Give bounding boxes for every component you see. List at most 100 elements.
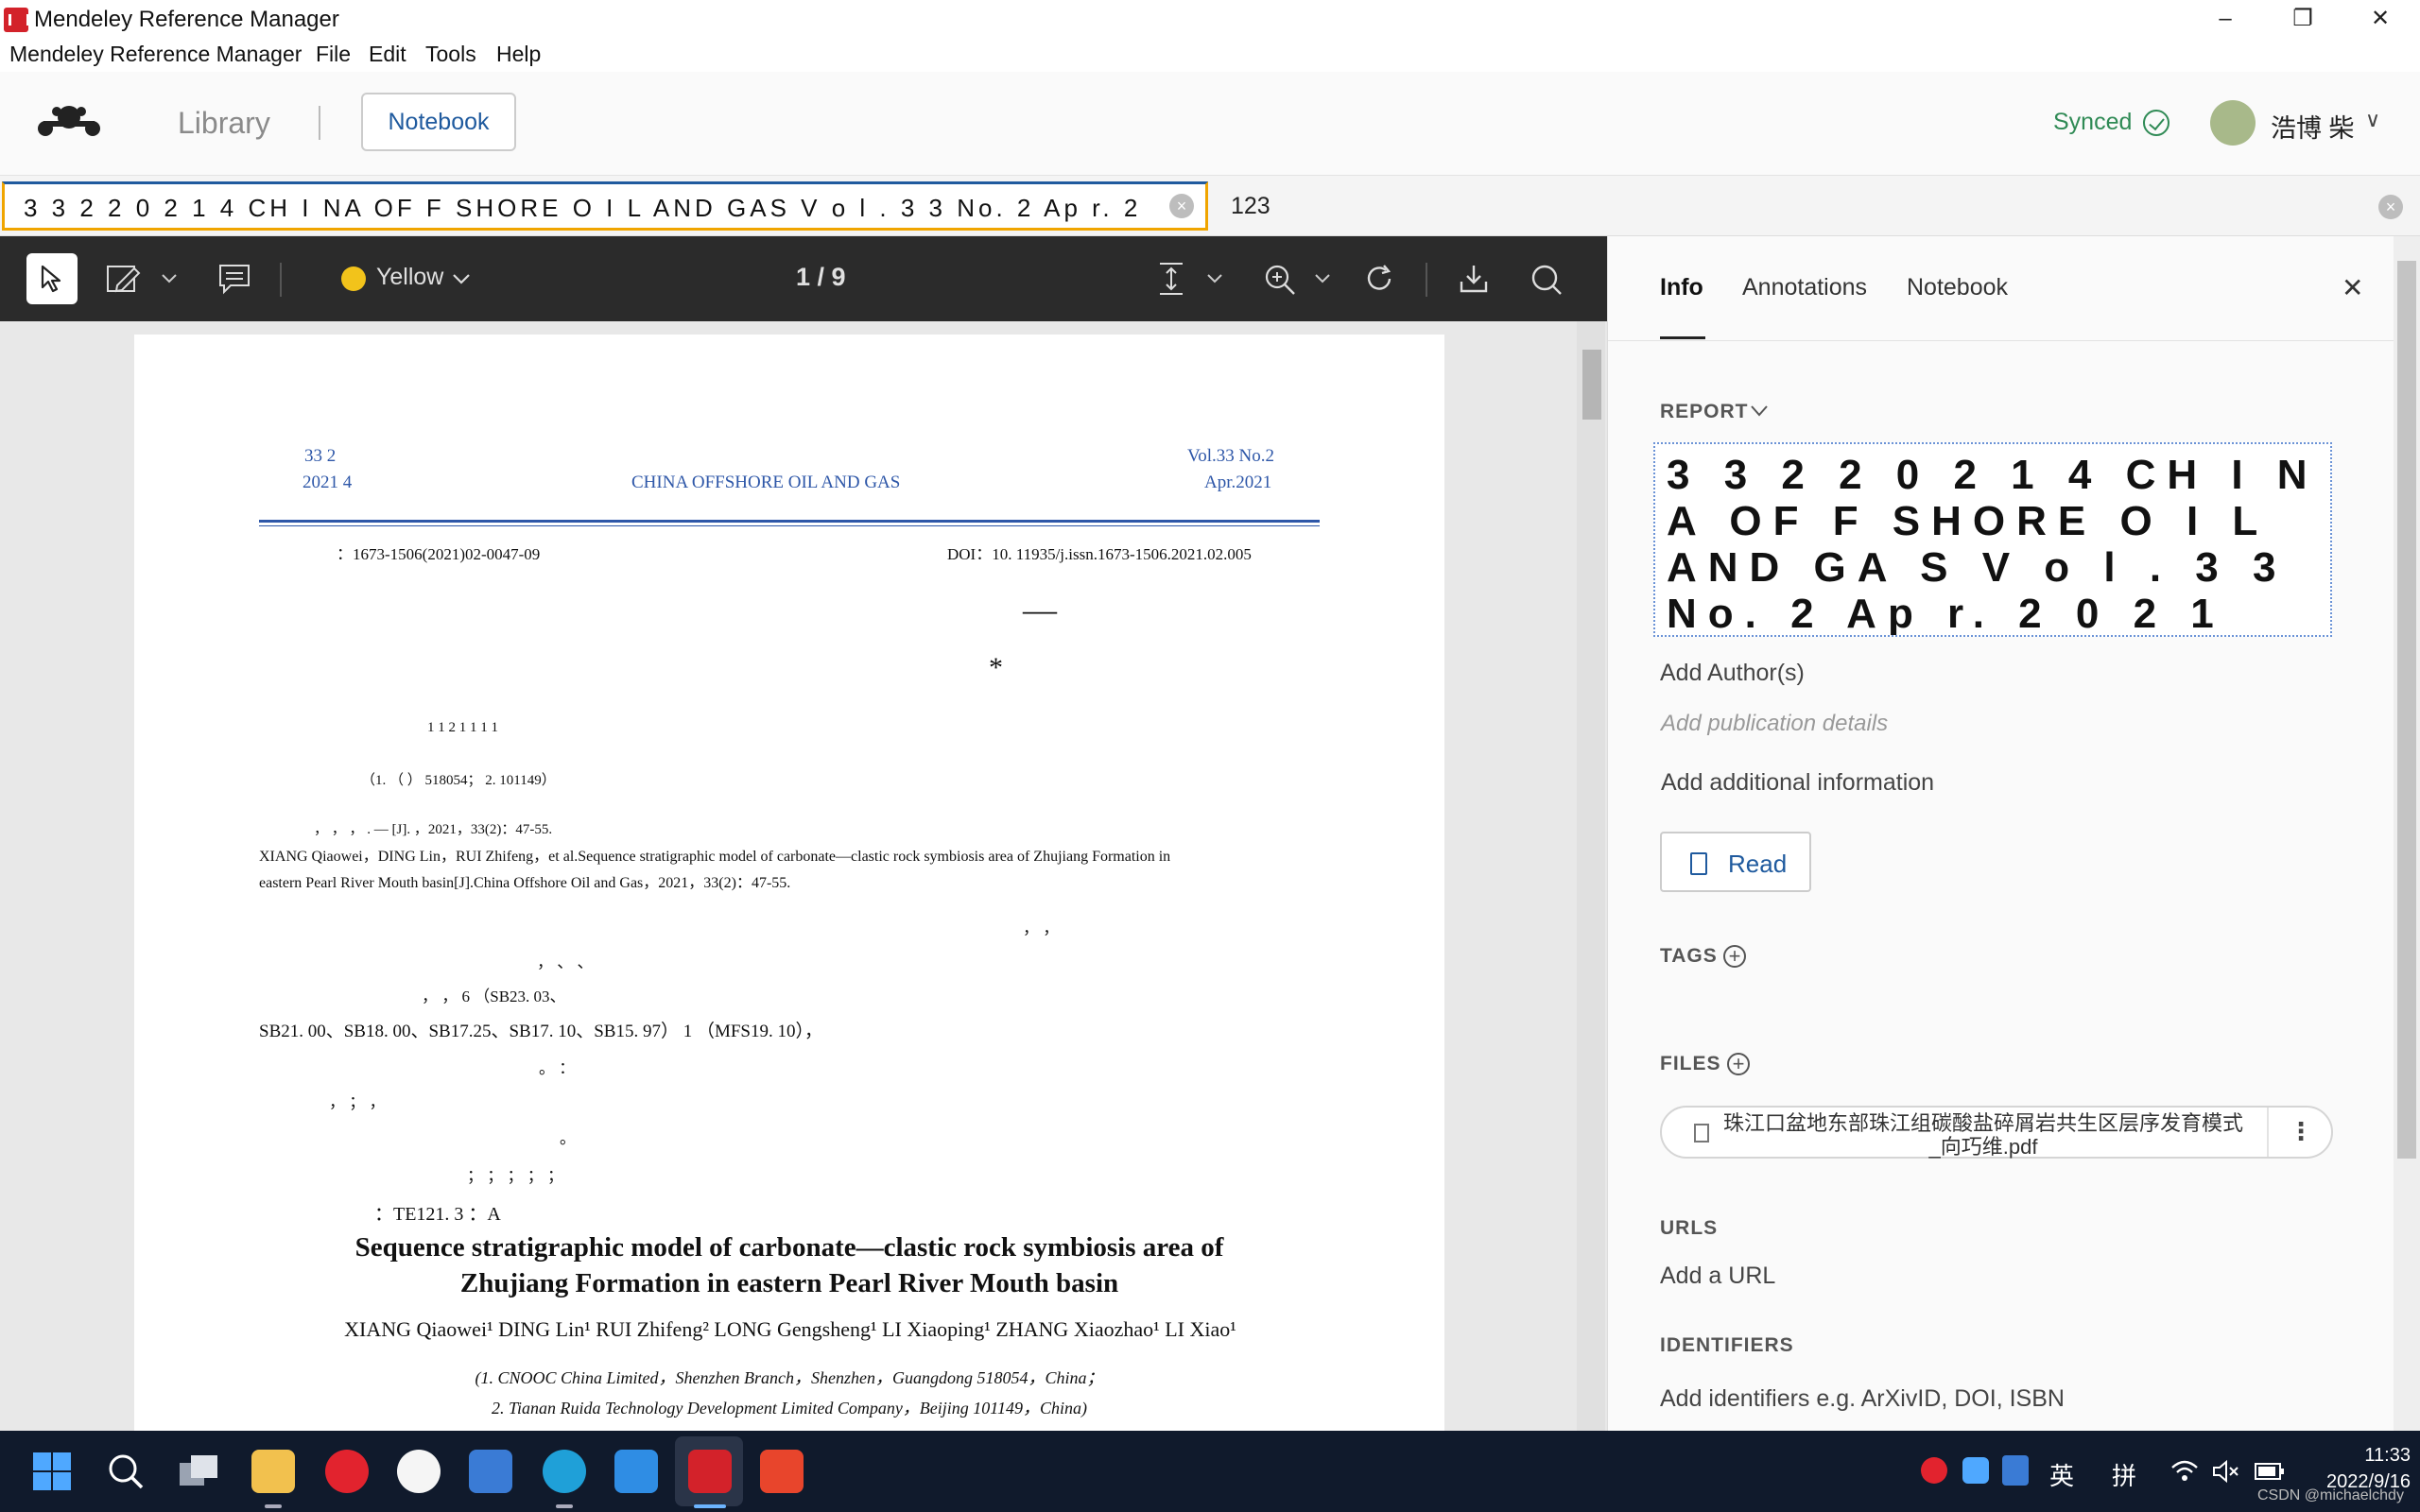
document-title-field[interactable]: 3 3 2 2 0 2 1 4 CH I NA OF F SHORE O I L… (1653, 442, 2332, 637)
pdf-abstract-line-2: ， 、 、 (537, 954, 594, 971)
pdf-header-right-1: Vol.33 No.2 (1187, 446, 1275, 466)
feishu-icon[interactable] (614, 1450, 658, 1493)
pdf-affiliation-en-1: (1. CNOOC China Limited，Shenzhen Branch，… (475, 1368, 1104, 1387)
pdf-header-left-1: 33 2 (304, 446, 337, 466)
mendeley-taskbar-icon[interactable] (688, 1450, 732, 1493)
user-menu-chevron-icon[interactable]: ∨ (2365, 108, 2380, 132)
pdf-authors-en: XIANG Qiaowei¹ DING Lin¹ RUI Zhifeng² LO… (344, 1317, 1236, 1341)
tab-document-active[interactable]: 3 3 2 2 0 2 1 4 CH I NA OF F SHORE O I L… (2, 181, 1208, 231)
read-button[interactable]: Read (1660, 832, 1811, 892)
close-window-button[interactable]: ✕ (2342, 0, 2418, 38)
itunes-icon[interactable] (397, 1450, 441, 1493)
title-bar: Mendeley Reference Manager – ❐ ✕ (0, 0, 2420, 38)
pdf-title-en-line-2: Zhujiang Formation in eastern Pearl Rive… (459, 1268, 1119, 1298)
tray-input-method[interactable]: 拼 (2112, 1457, 2136, 1492)
tray-input-language[interactable]: 英 (2049, 1457, 2074, 1492)
windows-start-icon[interactable] (32, 1452, 72, 1491)
nav-notebook-button[interactable]: Notebook (361, 93, 516, 151)
zoom-in-icon[interactable] (1263, 263, 1297, 297)
highlight-color-label[interactable]: Yellow (376, 264, 443, 291)
page-indicator: 1 / 9 (796, 263, 846, 291)
wifi-icon[interactable] (2170, 1459, 2199, 1484)
file-document-icon (1694, 1124, 1709, 1143)
pdf-page[interactable]: 33 2 2021 4 CHINA OFFSHORE OIL AND GAS V… (134, 335, 1444, 1440)
restore-button[interactable]: ❐ (2265, 0, 2341, 38)
tab-close-icon[interactable]: × (1169, 194, 1194, 218)
info-panel-scrollbar-thumb[interactable] (2397, 261, 2416, 1159)
active-tab-indicator (1660, 336, 1705, 339)
microsoft-store-icon[interactable] (469, 1450, 512, 1493)
file-more-options-icon[interactable]: ⋮ (2267, 1108, 2333, 1157)
pdf-viewer[interactable]: 33 2 2021 4 CHINA OFFSHORE OIL AND GAS V… (0, 321, 1607, 1440)
tab-second-close-icon[interactable]: × (2378, 195, 2403, 219)
pdf-scrollbar-thumb[interactable] (1582, 350, 1601, 420)
taskbar-search-icon[interactable] (106, 1452, 146, 1491)
highlight-color-swatch[interactable] (341, 266, 366, 291)
edge-browser-icon[interactable] (543, 1450, 586, 1493)
panel-close-icon[interactable]: ✕ (2342, 272, 2363, 303)
menu-app[interactable]: Mendeley Reference Manager (9, 42, 302, 67)
add-additional-info-button[interactable]: Add additional information (1661, 769, 1934, 797)
tray-netease-icon[interactable] (1921, 1457, 1947, 1484)
search-icon[interactable] (1530, 263, 1564, 297)
fit-page-icon[interactable] (1157, 261, 1185, 297)
minimize-button[interactable]: – (2187, 0, 2263, 38)
task-view-icon[interactable] (178, 1452, 219, 1491)
info-panel-scrollbar[interactable] (2394, 236, 2420, 1431)
attached-file-name[interactable]: 珠江口盆地东部珠江组碳酸盐碎屑岩共生区层序发育模式_向巧维.pdf (1719, 1111, 2248, 1159)
download-icon[interactable] (1458, 263, 1490, 295)
add-identifiers-field[interactable]: Add identifiers e.g. ArXivID, DOI, ISBN (1660, 1385, 2065, 1413)
avatar[interactable] (2210, 100, 2256, 146)
file-explorer-icon[interactable] (251, 1450, 295, 1493)
battery-icon[interactable] (2254, 1459, 2286, 1484)
identifiers-label: IDENTIFIERS (1660, 1334, 1794, 1356)
tray-cloud-icon[interactable] (1962, 1457, 1989, 1484)
tab-document-label: 3 3 2 2 0 2 1 4 CH I NA OF F SHORE O I L… (24, 194, 1139, 222)
add-tag-plus-icon[interactable]: + (1723, 945, 1746, 968)
menu-help[interactable]: Help (496, 42, 541, 67)
pdf-citation-en-1: XIANG Qiaowei，DING Lin，RUI Zhifeng，et al… (259, 849, 1171, 865)
select-tool-button[interactable] (26, 253, 78, 304)
pdf-title-dash: — (1023, 591, 1057, 628)
pdf-abstract-line-4: SB21. 00、SB18. 00、SB17.25、SB17. 10、SB15.… (259, 1022, 822, 1041)
nav-library[interactable]: Library (178, 106, 270, 141)
read-button-label: Read (1728, 850, 1788, 878)
tray-security-shield-icon[interactable] (2002, 1455, 2029, 1486)
windows-taskbar: 英 拼 11:33 2022/9/16 (0, 1431, 2420, 1512)
tab-second-document[interactable]: 123 (1231, 193, 1270, 220)
add-publication-field[interactable]: Add publication details (1661, 711, 1888, 737)
pdf-title-star: * (989, 652, 1003, 683)
pdf-clc-code: ：TE121. 3 ：A (374, 1204, 501, 1225)
add-url-field[interactable]: Add a URL (1660, 1263, 1775, 1290)
rotate-icon[interactable] (1363, 263, 1395, 295)
pen-chevron-down-icon[interactable] (161, 272, 178, 285)
app-running-indicator (265, 1504, 282, 1508)
zoom-chevron-down-icon[interactable] (1314, 272, 1331, 285)
fit-chevron-down-icon[interactable] (1206, 272, 1223, 285)
menu-edit[interactable]: Edit (369, 42, 406, 67)
document-type-chevron-icon[interactable] (1750, 404, 1769, 418)
toolbar-divider (280, 263, 282, 297)
pen-tool-icon[interactable] (106, 263, 144, 297)
pdf-abstract-line-7: 。 (560, 1129, 576, 1147)
tab-info[interactable]: Info (1660, 274, 1703, 301)
netease-music-icon[interactable] (325, 1450, 369, 1493)
document-type-selector[interactable]: REPORT (1660, 401, 1749, 423)
tab-annotations[interactable]: Annotations (1742, 274, 1867, 301)
menu-file[interactable]: File (316, 42, 351, 67)
volume-muted-icon[interactable] (2212, 1459, 2240, 1484)
pdf-citation-en-2: eastern Pearl River Mouth basin[J].China… (259, 875, 791, 891)
menu-tools[interactable]: Tools (425, 42, 476, 67)
user-name[interactable]: 浩博 柴 (2271, 108, 2355, 145)
attached-file-item[interactable]: 珠江口盆地东部珠江组碳酸盐碎屑岩共生区层序发育模式_向巧维.pdf ⋮ (1660, 1106, 2333, 1159)
pdf-author-superscripts: 1 1 2 1 1 1 1 (427, 720, 498, 735)
comment-tool-icon[interactable] (217, 263, 251, 295)
add-file-plus-icon[interactable]: + (1727, 1053, 1750, 1075)
pdf-scrollbar[interactable] (1577, 321, 1605, 1431)
pdf-affiliation-cn: （1. （ ） 518054； 2. 101149） (361, 773, 556, 788)
tab-notebook[interactable]: Notebook (1907, 274, 2008, 301)
mendeley-logo-icon[interactable] (36, 100, 102, 142)
color-chevron-down-icon[interactable] (452, 272, 471, 285)
caj-viewer-icon[interactable] (760, 1450, 804, 1493)
add-authors-field[interactable]: Add Author(s) (1660, 660, 1805, 687)
